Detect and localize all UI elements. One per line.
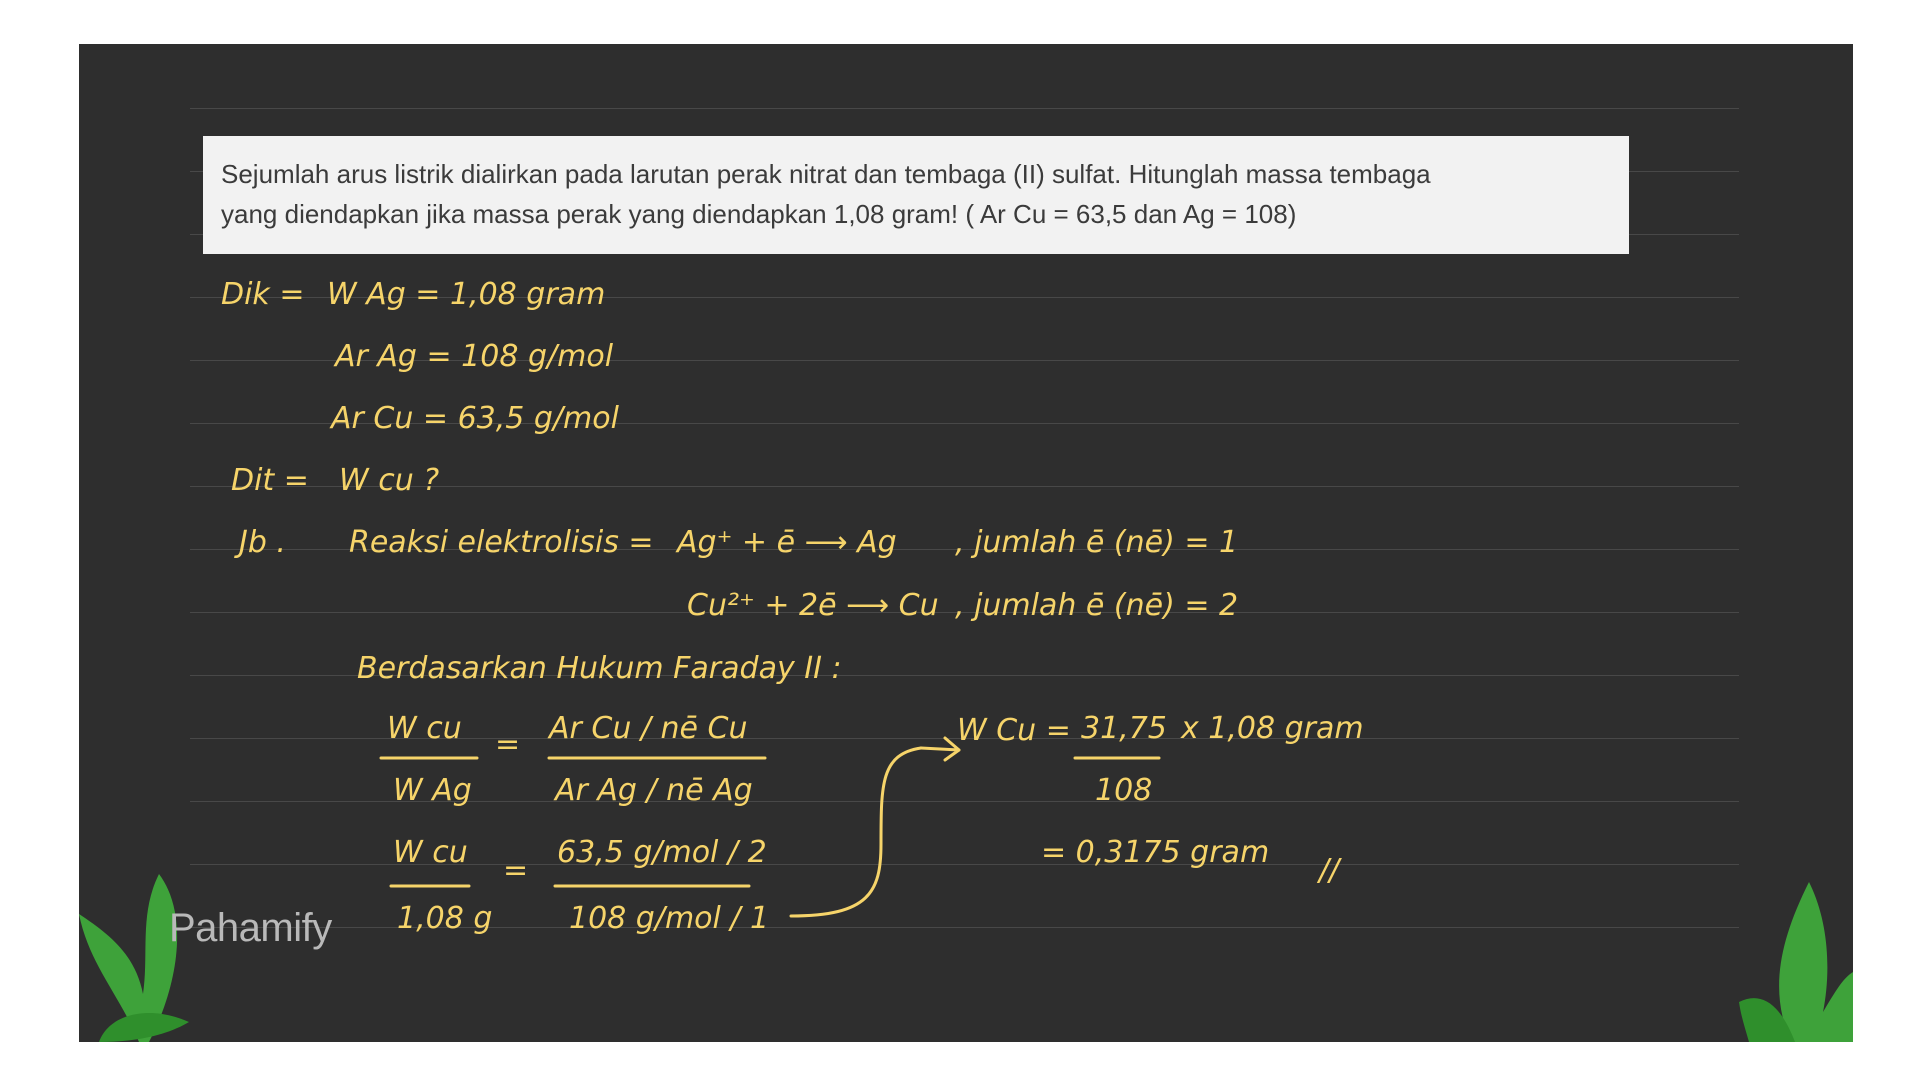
result-lhs: W Cu = — [957, 713, 1071, 748]
dit-label: Dit = — [231, 463, 309, 498]
ratio-equals: = — [495, 727, 520, 762]
result-final: = 0,3175 gram — [1041, 835, 1269, 870]
whiteboard: Sejumlah arus listrik dialirkan pada lar… — [79, 44, 1853, 1042]
ratio-left-denominator: W Ag — [393, 773, 472, 808]
ratio2-left-numerator: W cu — [393, 835, 468, 870]
dik-item-w-ag: W Ag = 1,08 gram — [327, 277, 605, 312]
ratio-right-numerator: Ar Cu / nē Cu — [547, 711, 748, 746]
dik-item-ar-cu: Ar Cu = 63,5 g/mol — [329, 401, 620, 436]
result-denominator: 108 — [1095, 773, 1152, 808]
dik-label: Dik = — [221, 277, 304, 312]
dit-value: W cu ? — [339, 463, 439, 498]
ratio2-right-numerator: 63,5 g/mol / 2 — [557, 835, 767, 870]
reaction-ag: Ag⁺ + ē ⟶ Ag — [675, 525, 897, 560]
ratio-left-numerator: W cu — [387, 711, 462, 746]
dik-item-ar-ag: Ar Ag = 108 g/mol — [333, 339, 614, 374]
ratio2-right-denominator: 108 g/mol / 1 — [569, 901, 769, 936]
curved-arrow — [789, 746, 923, 918]
final-mark: // — [1316, 853, 1342, 888]
reaction-cu: Cu²⁺ + 2ē ⟶ Cu — [687, 588, 939, 623]
brand-logo: Pahamify — [169, 906, 332, 950]
electron-count-ag: , jumlah ē (nē) = 1 — [955, 525, 1238, 560]
result-times: x 1,08 gram — [1180, 711, 1364, 746]
handwritten-notes: Dik = W Ag = 1,08 gram Ar Ag = 108 g/mol… — [221, 277, 1364, 936]
reaksi-label: Reaksi elektrolisis = — [349, 525, 654, 560]
result-numerator: 31,75 — [1081, 711, 1167, 746]
ratio2-equals: = — [503, 853, 528, 888]
jb-label: Jb . — [234, 525, 286, 560]
leaf-decoration-right-icon — [1739, 882, 1853, 1042]
electron-count-cu: , jumlah ē (nē) = 2 — [955, 588, 1238, 623]
arrow-head — [919, 736, 961, 762]
ratio2-left-denominator: 1,08 g — [397, 901, 492, 936]
leaf-decoration-left-icon — [79, 874, 189, 1042]
faraday-heading: Berdasarkan Hukum Faraday II : — [357, 651, 842, 686]
ratio-right-denominator: Ar Ag / nē Ag — [553, 773, 753, 808]
